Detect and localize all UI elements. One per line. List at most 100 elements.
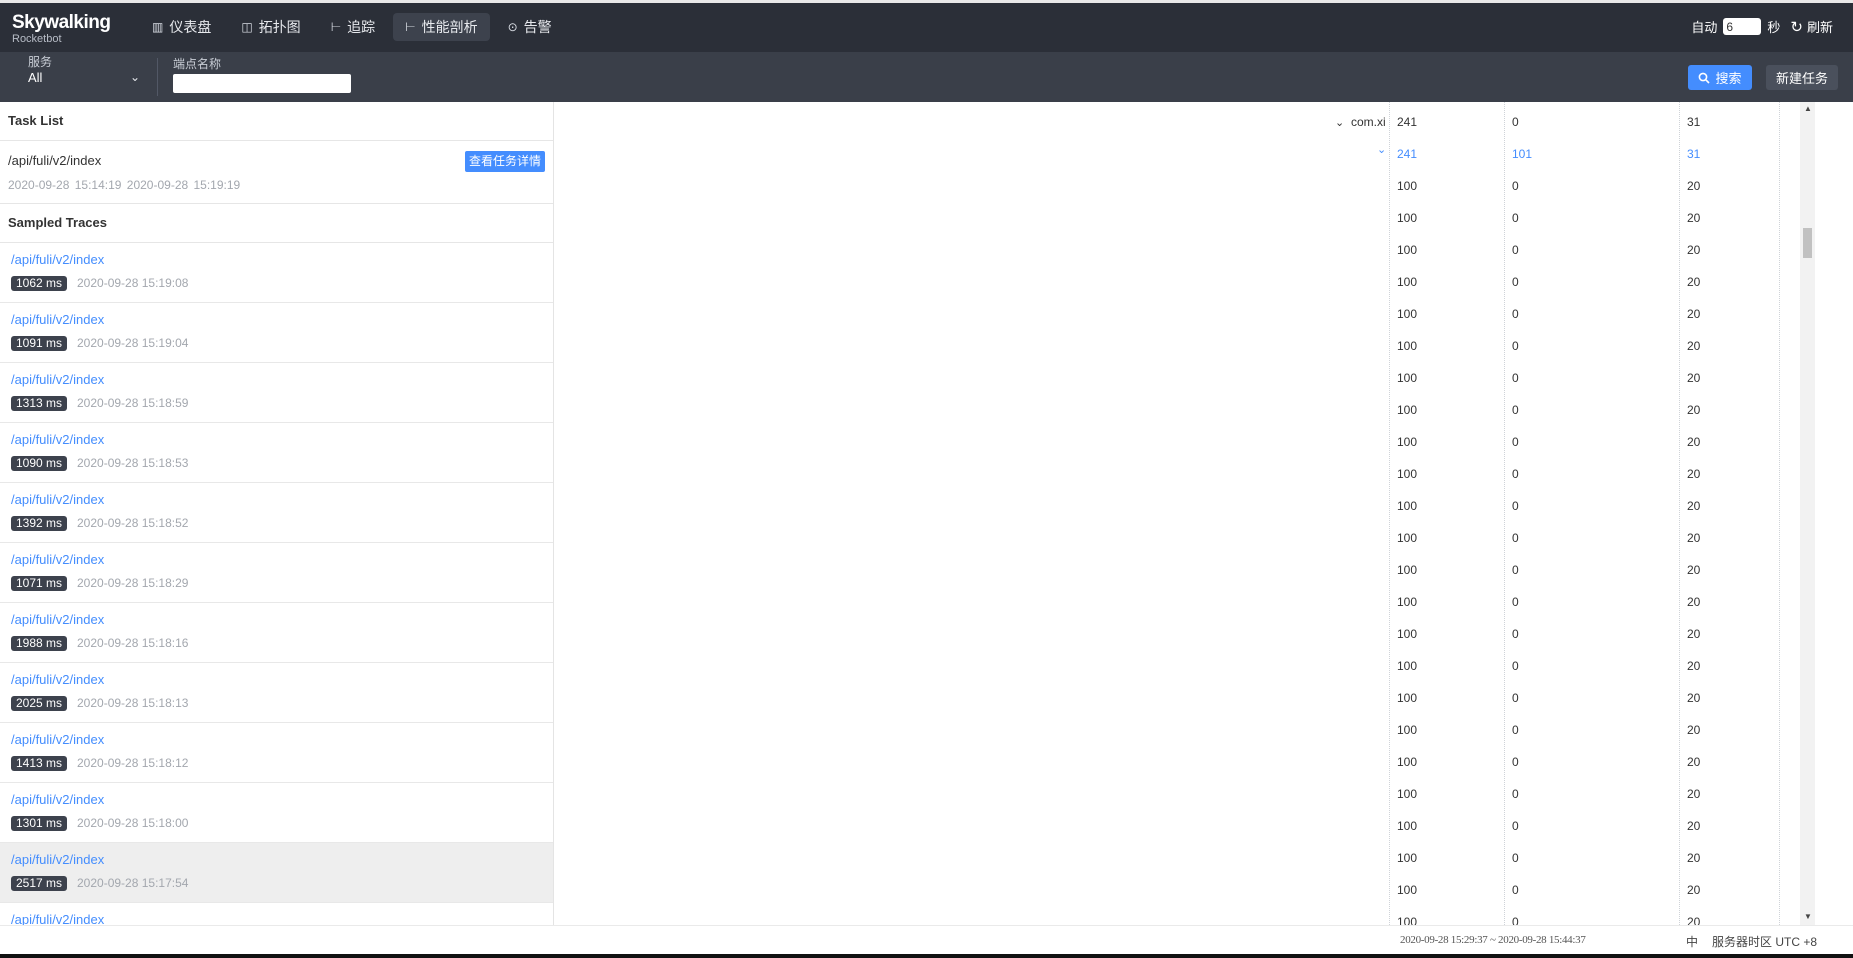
nav-item-0[interactable]: ▥ 仪表盘 bbox=[140, 13, 223, 41]
trace-endpoint-link[interactable]: /api/fuli/v2/index bbox=[11, 492, 104, 507]
stack-tree-row[interactable]: 100 0 20 bbox=[555, 587, 1800, 619]
stack-tree-row[interactable]: 100 0 20 bbox=[555, 331, 1800, 363]
stack-tree-row[interactable]: 100 0 20 bbox=[555, 235, 1800, 267]
task-item[interactable]: /api/fuli/v2/index 查看任务详情 2020-09-28 15:… bbox=[0, 141, 553, 204]
brand-logo[interactable]: Skywalking Rocketbot bbox=[12, 13, 111, 46]
nav-item-2[interactable]: ⊢ 追踪 bbox=[319, 13, 387, 41]
stack-tree-row[interactable]: 100 0 20 bbox=[555, 363, 1800, 395]
stack-cell-c2: 0 bbox=[1512, 467, 1519, 481]
alarm-icon: ⊙ bbox=[507, 20, 518, 34]
trace-endpoint-link[interactable]: /api/fuli/v2/index bbox=[11, 792, 104, 807]
stack-tree-row[interactable]: 100 0 20 bbox=[555, 171, 1800, 203]
nav-item-4[interactable]: ⊙ 告警 bbox=[496, 13, 564, 41]
trace-endpoint-link[interactable]: /api/fuli/v2/index bbox=[11, 912, 104, 925]
stack-tree-row[interactable]: 100 0 20 bbox=[555, 203, 1800, 235]
trace-endpoint-link[interactable]: /api/fuli/v2/index bbox=[11, 252, 104, 267]
stack-cell-c3: 20 bbox=[1687, 307, 1701, 321]
stack-cell-c1: 100 bbox=[1397, 595, 1418, 609]
stack-tree-row[interactable]: 100 0 20 bbox=[555, 427, 1800, 459]
stack-tree-row[interactable]: 100 0 20 bbox=[555, 491, 1800, 523]
scroll-up-icon[interactable]: ▲ bbox=[1804, 104, 1812, 113]
language-toggle[interactable]: 中 bbox=[1686, 933, 1698, 950]
nav-item-label: 拓扑图 bbox=[258, 19, 301, 35]
stack-cell-c1: 241 bbox=[1397, 115, 1418, 129]
task-times: 2020-09-28 15:14:19 2020-09-28 15:19:19 bbox=[8, 178, 240, 192]
stack-cell-c1: 100 bbox=[1397, 563, 1418, 577]
task-panel: Task List /api/fuli/v2/index 查看任务详情 2020… bbox=[0, 102, 554, 925]
trace-endpoint-link[interactable]: /api/fuli/v2/index bbox=[11, 312, 104, 327]
trace-list-item[interactable]: /api/fuli/v2/index 1091 ms 2020-09-28 15:1… bbox=[0, 303, 553, 363]
trace-list-item[interactable]: /api/fuli/v2/index 1988 ms 2020-09-28 15:1… bbox=[0, 603, 553, 663]
task-start-time: 2020-09-28 15:14:19 bbox=[8, 178, 122, 192]
stack-tree-row[interactable]: 100 0 20 bbox=[555, 459, 1800, 491]
trace-endpoint-link[interactable]: /api/fuli/v2/index bbox=[11, 372, 104, 387]
search-button[interactable]: 搜索 bbox=[1688, 65, 1752, 90]
view-task-detail-button[interactable]: 查看任务详情 bbox=[465, 151, 546, 172]
time-range[interactable]: 2020-09-28 15:29:37 ~ 2020-09-28 15:44:3… bbox=[1400, 934, 1586, 946]
stack-cell-c2: 0 bbox=[1512, 211, 1519, 225]
stack-cell-c1: 100 bbox=[1397, 755, 1418, 769]
stack-cell-c1: 100 bbox=[1397, 243, 1418, 257]
trace-endpoint-link[interactable]: /api/fuli/v2/index bbox=[11, 552, 104, 567]
nav-item-3[interactable]: ⊢ 性能剖析 bbox=[393, 13, 490, 41]
stack-tree-row[interactable]: 100 0 20 bbox=[555, 811, 1800, 843]
stack-tree-row[interactable]: 100 0 20 bbox=[555, 747, 1800, 779]
new-task-button[interactable]: 新建任务 bbox=[1766, 65, 1838, 90]
stack-tree-row[interactable]: 100 0 20 bbox=[555, 523, 1800, 555]
stack-cell-c3: 20 bbox=[1687, 371, 1701, 385]
stack-cell-c1: 100 bbox=[1397, 499, 1418, 513]
stack-cell-c1: 100 bbox=[1397, 851, 1418, 865]
trace-endpoint-link[interactable]: /api/fuli/v2/index bbox=[11, 612, 104, 627]
stack-cell-c3: 20 bbox=[1687, 339, 1701, 353]
nav-item-1[interactable]: ◫ 拓扑图 bbox=[229, 13, 312, 41]
endpoint-name-input[interactable] bbox=[173, 74, 351, 93]
stack-tree-row[interactable]: 100 0 20 bbox=[555, 683, 1800, 715]
stack-tree-row[interactable]: 100 0 20 bbox=[555, 779, 1800, 811]
stack-tree-row[interactable]: 100 0 20 bbox=[555, 715, 1800, 747]
stack-cell-c3: 20 bbox=[1687, 819, 1701, 833]
duration-badge: 1413 ms bbox=[11, 756, 68, 771]
duration-badge: 1313 ms bbox=[11, 396, 68, 411]
trace-list-item[interactable]: /api/fuli/v2/index 1090 ms 2020-09-28 15:1… bbox=[0, 423, 553, 483]
stack-tree-row[interactable]: 100 0 20 bbox=[555, 395, 1800, 427]
filter-bar: 服务 All ⌄ 端点名称 搜索 新建任务 bbox=[0, 52, 1853, 102]
stack-tree-row[interactable]: 100 0 20 bbox=[555, 299, 1800, 331]
trace-list-item[interactable]: /api/fuli/v2/index 1392 ms 2020-09-28 15:1… bbox=[0, 483, 553, 543]
trace-list-item[interactable]: /api/fuli/v2/index 1301 ms 2020-09-28 15:1… bbox=[0, 783, 553, 843]
stack-cell-c2: 0 bbox=[1512, 307, 1519, 321]
stack-tree-row[interactable]: 100 0 20 bbox=[555, 907, 1800, 925]
stack-tree-row[interactable]: 100 0 20 bbox=[555, 555, 1800, 587]
trace-list-item[interactable]: /api/fuli/v2/index 1062 ms 2020-09-28 15:1… bbox=[0, 243, 553, 303]
scrollbar-thumb[interactable] bbox=[1803, 228, 1812, 258]
trace-list-item[interactable]: /api/fuli/v2/index 2517 ms 2020-09-28 15:1… bbox=[0, 843, 553, 903]
stack-tree-row[interactable]: 100 0 20 bbox=[555, 619, 1800, 651]
refresh-button[interactable]: ↻ 刷新 bbox=[1790, 17, 1833, 36]
search-icon bbox=[1699, 72, 1711, 84]
refresh-interval-input[interactable] bbox=[1723, 18, 1762, 35]
trace-endpoint-link[interactable]: /api/fuli/v2/index bbox=[11, 852, 104, 867]
trace-endpoint-link[interactable]: /api/fuli/v2/index bbox=[11, 672, 104, 687]
trace-list-item[interactable]: /api/fuli/v2/index 1071 ms 2020-09-28 15:1… bbox=[0, 543, 553, 603]
trace-list-item[interactable]: /api/fuli/v2/index 1313 ms 2020-09-28 15:1… bbox=[0, 363, 553, 423]
vertical-scrollbar[interactable]: ▲ ▼ bbox=[1800, 102, 1815, 925]
stack-cell-c3: 31 bbox=[1687, 147, 1701, 161]
auto-label: 自动 bbox=[1691, 20, 1718, 35]
trace-start-time: 2020-09-28 15:18:00 bbox=[77, 816, 189, 830]
task-list-title: Task List bbox=[0, 102, 553, 141]
service-select[interactable]: 服务 All ⌄ bbox=[28, 55, 140, 87]
stack-tree-row[interactable]: 100 0 20 bbox=[555, 651, 1800, 683]
stack-tree-row[interactable]: 241 101 31 bbox=[555, 139, 1800, 171]
stack-tree-row[interactable]: 100 0 20 bbox=[555, 843, 1800, 875]
stack-tree-row[interactable]: 100 0 20 bbox=[555, 267, 1800, 299]
trace-start-time: 2020-09-28 15:18:16 bbox=[77, 636, 189, 650]
stack-tree-row[interactable]: 241 0 31 bbox=[555, 107, 1800, 139]
endpoint-filter: 端点名称 bbox=[173, 57, 351, 93]
trace-list-item[interactable]: /api/fuli/v2/index 1413 ms 2020-09-28 15:1… bbox=[0, 723, 553, 783]
trace-list-item[interactable]: /api/fuli/v2/index 2025 ms 2020-09-28 15:1… bbox=[0, 663, 553, 723]
stack-tree-row[interactable]: 100 0 20 bbox=[555, 875, 1800, 907]
trace-endpoint-link[interactable]: /api/fuli/v2/index bbox=[11, 432, 104, 447]
stack-cell-c2: 0 bbox=[1512, 819, 1519, 833]
trace-endpoint-link[interactable]: /api/fuli/v2/index bbox=[11, 732, 104, 747]
trace-list-item[interactable]: /api/fuli/v2/index bbox=[0, 903, 553, 925]
scroll-down-icon[interactable]: ▼ bbox=[1804, 912, 1812, 921]
